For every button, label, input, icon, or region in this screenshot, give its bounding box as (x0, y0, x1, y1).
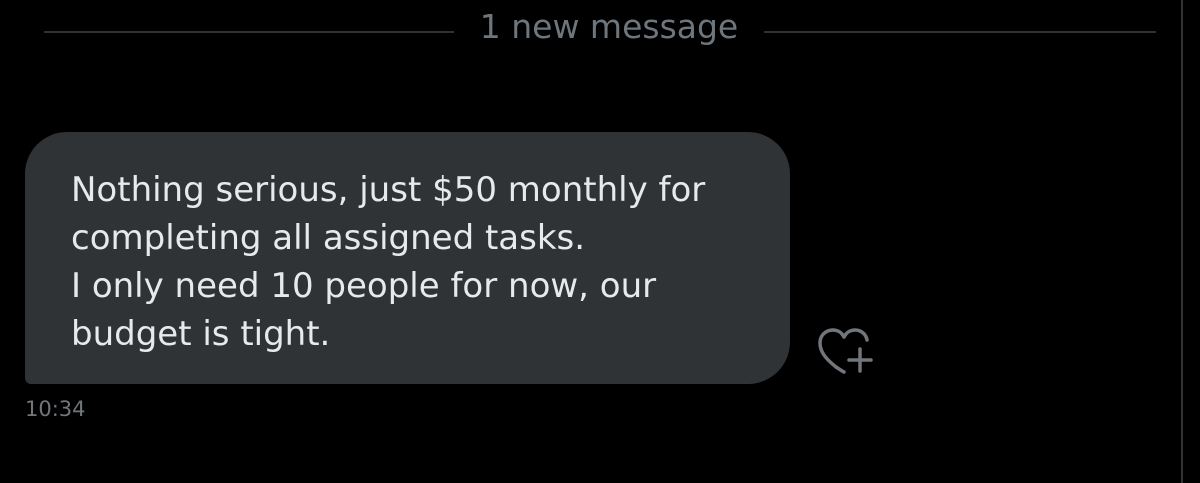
divider-line-right (764, 31, 1156, 33)
add-reaction-button[interactable] (816, 322, 876, 376)
heart-plus-icon (818, 328, 873, 374)
message-timestamp: 10:34 (25, 397, 86, 421)
message-text: Nothing serious, just $50 monthly for co… (71, 170, 706, 354)
conversation-border (1181, 0, 1183, 483)
new-message-divider: 1 new message (44, 0, 1156, 56)
new-message-label: 1 new message (479, 7, 739, 46)
divider-line-left (44, 31, 454, 33)
message-bubble[interactable]: Nothing serious, just $50 monthly for co… (25, 132, 790, 384)
